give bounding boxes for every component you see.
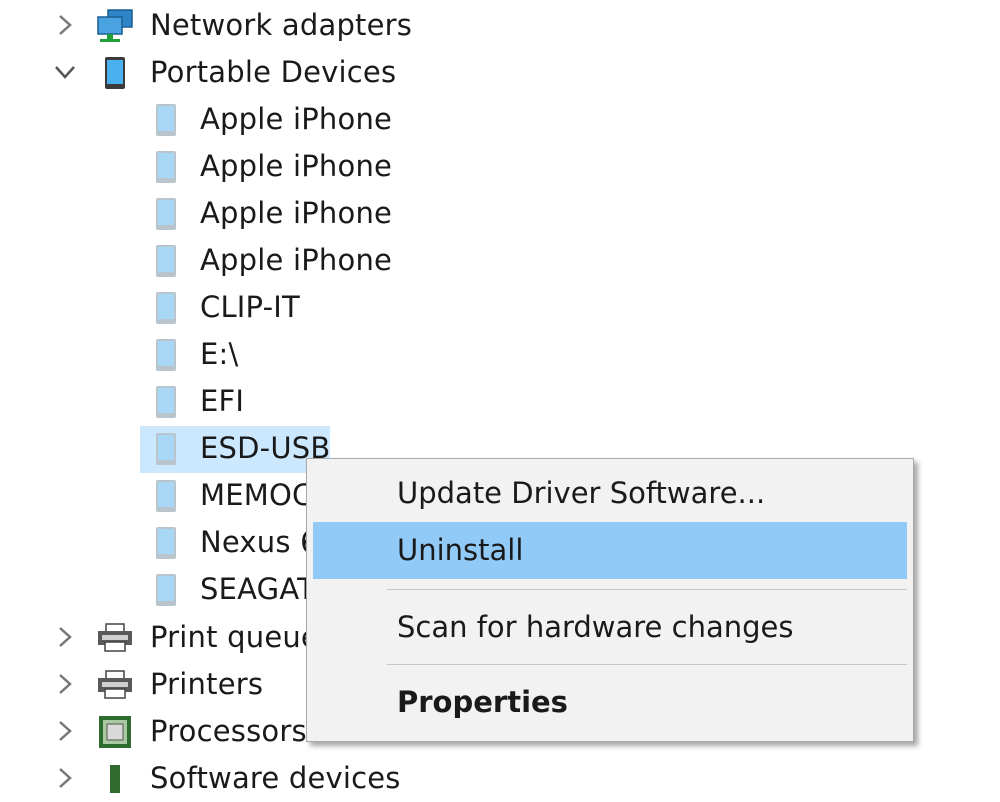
menu-item-label: Update Driver Software...: [397, 476, 766, 510]
tree-item-label: Software devices: [150, 761, 401, 795]
chevron-down-icon[interactable]: [52, 57, 78, 87]
chevron-right-icon[interactable]: [52, 10, 78, 40]
portable-device-icon: [156, 245, 176, 277]
menu-item-uninstall[interactable]: Uninstall: [313, 522, 907, 579]
device-item[interactable]: Apple iPhone: [0, 143, 1000, 190]
device-label: Apple iPhone: [200, 243, 393, 277]
software-device-icon: [110, 765, 120, 793]
menu-item-update-driver[interactable]: Update Driver Software...: [313, 465, 907, 522]
printer-icon: [98, 670, 132, 699]
portable-device-icon: [156, 527, 176, 559]
processor-icon: [99, 716, 131, 748]
tree-item-label: Portable Devices: [150, 55, 397, 89]
device-label: Nexus 6: [200, 525, 319, 559]
tree-item-portable-devices[interactable]: Portable Devices: [0, 49, 1000, 96]
chevron-right-icon[interactable]: [52, 622, 78, 652]
device-item[interactable]: EFI: [0, 378, 1000, 425]
device-label: E:\: [200, 337, 239, 371]
device-item[interactable]: E:\: [0, 331, 1000, 378]
menu-separator: [387, 589, 907, 590]
chevron-right-icon[interactable]: [52, 763, 78, 793]
chevron-right-icon[interactable]: [52, 716, 78, 746]
portable-device-icon: [156, 574, 176, 606]
portable-device-icon: [156, 386, 176, 418]
portable-device-icon: [156, 151, 176, 183]
device-label: EFI: [200, 384, 245, 418]
tree-item-network-adapters[interactable]: Network adapters: [0, 2, 1000, 49]
portable-device-icon: [156, 292, 176, 324]
portable-device-icon: [156, 198, 176, 230]
device-label: Apple iPhone: [200, 149, 393, 183]
menu-item-label: Scan for hardware changes: [397, 610, 794, 644]
tree-item-label: Print queue: [150, 620, 319, 654]
chevron-right-icon[interactable]: [52, 669, 78, 699]
device-label: MEMOC: [200, 478, 313, 512]
tree-item-label: Network adapters: [150, 8, 413, 42]
menu-item-label: Uninstall: [397, 533, 524, 567]
device-label: CLIP-IT: [200, 290, 300, 324]
tree-item-label: Printers: [150, 667, 264, 701]
printer-icon: [98, 623, 132, 652]
context-menu: Update Driver Software... Uninstall Scan…: [306, 458, 914, 742]
device-label: SEAGAT: [200, 572, 316, 606]
portable-device-icon: [156, 480, 176, 512]
portable-device-icon: [156, 433, 176, 465]
menu-item-scan-hardware[interactable]: Scan for hardware changes: [313, 599, 907, 656]
tree-item-label: Processors: [150, 714, 307, 748]
device-item[interactable]: CLIP-IT: [0, 284, 1000, 331]
menu-item-label: Properties: [397, 685, 568, 719]
portable-device-icon: [105, 57, 125, 89]
device-item[interactable]: Apple iPhone: [0, 96, 1000, 143]
device-item[interactable]: Apple iPhone: [0, 237, 1000, 284]
portable-device-icon: [156, 104, 176, 136]
menu-item-properties[interactable]: Properties: [313, 674, 907, 731]
tree-item-software-devices[interactable]: Software devices: [0, 755, 1000, 802]
menu-separator: [387, 664, 907, 665]
network-adapter-icon: [97, 9, 133, 42]
portable-device-icon: [156, 339, 176, 371]
device-label: Apple iPhone: [200, 196, 393, 230]
device-item[interactable]: Apple iPhone: [0, 190, 1000, 237]
device-label: Apple iPhone: [200, 102, 393, 136]
